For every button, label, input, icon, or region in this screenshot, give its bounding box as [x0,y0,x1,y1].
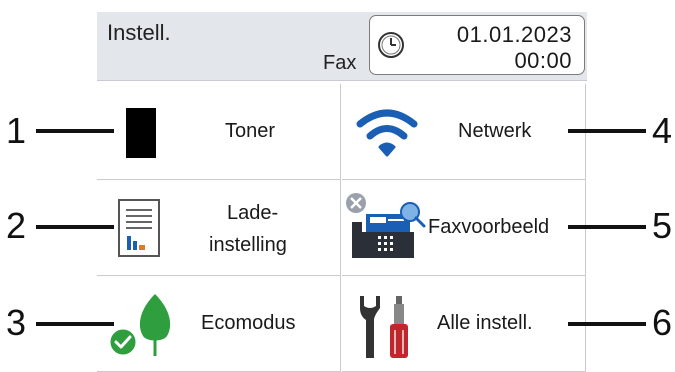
wifi-icon [356,109,418,157]
callout-line-1 [36,129,114,133]
tray-settings-tile[interactable]: Lade- instelling [97,180,341,276]
callout-3: 3 [6,302,27,343]
tray-settings-label-line2: instelling [209,234,287,256]
callout-line-4 [568,129,646,133]
toner-tile[interactable]: Toner [97,84,341,180]
fax-preview-tile[interactable]: Faxvoorbeeld [342,180,586,276]
callout-line-5 [568,225,646,229]
mode-indicator: Fax [323,52,357,74]
callout-line-6 [568,322,646,326]
date-text: 01.01.2023 [456,22,572,47]
callout-2: 2 [6,205,27,246]
touchscreen: Instell. Fax 01.01.2023 00:00 Toner Netw… [97,12,587,372]
toner-label: Toner [225,120,276,142]
time-text: 00:00 [514,48,572,73]
status-bar: Instell. Fax 01.01.2023 00:00 [97,12,587,81]
tools-icon [360,296,408,358]
callout-line-2 [36,225,114,229]
callout-4: 4 [652,110,673,151]
toner-icon [126,108,156,158]
date-time-button[interactable]: 01.01.2023 00:00 [369,15,585,75]
eco-mode-tile[interactable]: Ecomodus [97,276,341,372]
network-label: Netwerk [458,120,532,142]
fax-preview-label: Faxvoorbeeld [428,216,550,238]
callout-6: 6 [652,302,673,343]
all-settings-tile[interactable]: Alle instell. [342,276,586,372]
screen-title: Instell. [107,20,171,45]
fax-preview-icon [346,193,426,258]
tray-settings-label-line1: Lade- [227,202,279,224]
callout-line-3 [36,322,114,326]
clock-icon [378,32,404,58]
leaf-icon [107,294,171,358]
eco-mode-label: Ecomodus [201,312,296,334]
network-tile[interactable]: Netwerk [342,84,586,180]
all-settings-label: Alle instell. [437,312,533,334]
tray-settings-icon [118,199,160,257]
callout-5: 5 [652,205,673,246]
callout-1: 1 [6,110,27,151]
